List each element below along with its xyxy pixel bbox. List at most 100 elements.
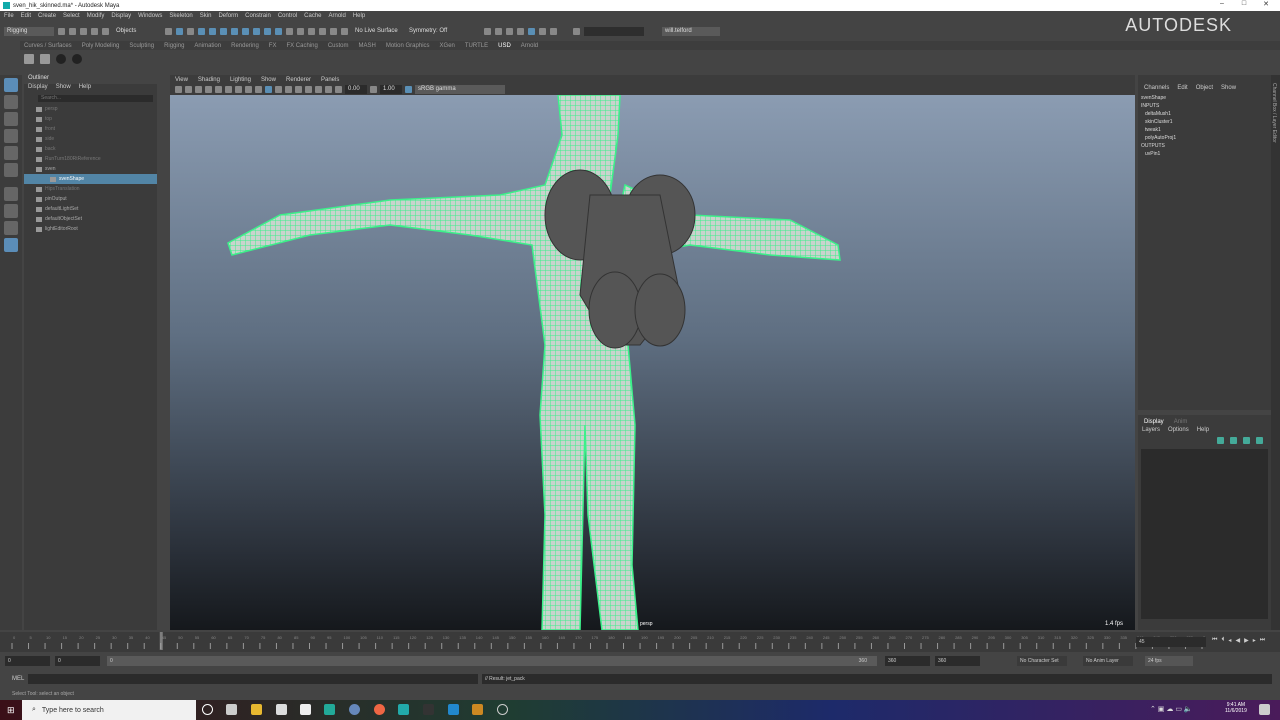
lock-icon[interactable] [286,27,293,35]
minimize-button[interactable]: – [1212,0,1232,7]
render-view-icon[interactable] [495,27,502,35]
outliner-item[interactable]: top [24,114,157,124]
end-time-field[interactable]: 360 [935,656,980,666]
outliner-layout-icon[interactable] [4,238,18,252]
undo-icon[interactable] [91,27,98,35]
resolution-gate-icon[interactable] [235,85,242,93]
channel-menu-show[interactable]: Show [1221,85,1236,95]
file-explorer-icon[interactable] [251,704,262,715]
tab-display[interactable]: Display [1144,419,1164,425]
rotate-tool-icon[interactable] [4,146,18,160]
menu-constrain[interactable]: Constrain [245,13,271,19]
menu-create[interactable]: Create [38,13,56,19]
chrome-icon[interactable] [349,704,360,715]
shelf-tab-arnold[interactable]: Arnold [521,43,538,49]
magnet-icon-3[interactable] [330,27,337,35]
cortana-icon[interactable] [202,704,213,715]
channel-menu-channels[interactable]: Channels [1144,85,1169,95]
outliner-item[interactable]: defaultLightSet [24,204,157,214]
tab-anim[interactable]: Anim [1174,419,1188,425]
viewport-menu-view[interactable]: View [175,77,188,83]
outliner-item[interactable]: HipsTranslation [24,184,157,194]
menu-modify[interactable]: Modify [87,13,105,19]
notifications-icon[interactable] [1259,704,1270,715]
input-node[interactable]: skinCluster1 [1138,119,1271,127]
magnet-icon-2[interactable] [319,27,326,35]
shelf-tab-animation[interactable]: Animation [194,43,221,49]
output-node[interactable]: uvPin1 [1138,151,1271,159]
selection-mode-dropdown[interactable]: Objects [113,26,161,36]
viewport-menu-renderer[interactable]: Renderer [286,77,311,83]
channel-menu-object[interactable]: Object [1196,85,1213,95]
obs-icon[interactable] [497,704,508,715]
color-space-dropdown[interactable]: sRGB gamma [415,84,505,94]
clock[interactable]: 9:41 AM 11/6/2019 [1225,702,1247,714]
new-layer-selected-icon[interactable] [1230,437,1237,444]
snap-view-icon[interactable] [242,27,249,35]
firefox-icon[interactable] [374,704,385,715]
shelf-tab-curves-surfaces[interactable]: Curves / Surfaces [24,43,72,49]
viewport-menu-panels[interactable]: Panels [321,77,339,83]
outliner-menu-show[interactable]: Show [56,84,71,93]
current-frame-field[interactable]: 45 [1136,637,1206,647]
channel-box-side-tab[interactable]: Channel Box / Layer Editor [1271,83,1277,143]
film-gate-icon[interactable] [225,85,232,93]
node-name[interactable]: svenShape [1138,95,1271,103]
menu-edit[interactable]: Edit [21,13,31,19]
gamma-field[interactable]: 1.00 [380,84,402,94]
new-layer-icon[interactable] [1217,437,1224,444]
snap-point-icon[interactable] [231,27,238,35]
character-model[interactable] [170,94,1135,631]
shadows-icon[interactable] [295,85,302,93]
object-mode-icon[interactable] [176,27,183,35]
magnet-icon[interactable] [308,27,315,35]
redo-icon[interactable] [102,27,109,35]
fps-dropdown[interactable]: 24 fps [1145,656,1193,666]
outliner-item[interactable]: sven [24,164,157,174]
outliner-search-input[interactable]: Search... [38,95,153,102]
go-to-end-icon[interactable]: ⏭ [1260,637,1265,644]
outliner-item[interactable]: lightEditorRoot [24,224,157,234]
shelf-tab-custom[interactable]: Custom [328,43,349,49]
usd-import-icon[interactable] [24,54,34,64]
hierarchy-icon[interactable] [165,27,172,35]
gamma-icon[interactable] [370,85,377,93]
viewport-menu-lighting[interactable]: Lighting [230,77,251,83]
anim-start-field[interactable]: 0 [55,656,100,666]
script-lang-toggle[interactable]: MEL [12,676,24,682]
menu-cache[interactable]: Cache [304,13,321,19]
current-time-indicator[interactable] [159,632,163,650]
shelf-tab-fx[interactable]: FX [269,43,277,49]
snap-pivot-icon[interactable] [264,27,271,35]
layers-menu[interactable]: Layers [1142,427,1160,437]
viewport-menu-show[interactable]: Show [261,77,276,83]
maximize-button[interactable]: □ [1234,0,1254,7]
snap-grid-icon[interactable] [209,27,216,35]
input-node[interactable]: polyAutoProj1 [1138,135,1271,143]
close-button[interactable]: ✕ [1256,0,1276,8]
user-account-dropdown[interactable]: will.telford [662,26,720,36]
task-view-icon[interactable] [226,704,237,715]
shelf-tab-motion-graphics[interactable]: Motion Graphics [386,43,430,49]
image-plane-icon[interactable] [205,85,212,93]
menu-skin[interactable]: Skin [200,13,212,19]
select-all-icon[interactable] [198,27,205,35]
viewport-3d-view[interactable]: persp 1.4 fps [170,94,1135,631]
play-back-icon[interactable]: ◀ [1235,637,1240,644]
smooth-shade-icon[interactable] [265,85,272,93]
exposure-field[interactable]: 0.00 [345,84,367,94]
anim-layer-dropdown[interactable]: No Anim Layer [1083,656,1133,666]
outliner-item[interactable]: RunTurn180RtReference [24,154,157,164]
shelf-tab-rigging[interactable]: Rigging [164,43,184,49]
menu-file[interactable]: File [4,13,14,19]
input-line-icon[interactable] [573,27,580,35]
autodesk-app-icon[interactable] [324,704,335,715]
outliner-item[interactable]: side [24,134,157,144]
snap-curve-icon[interactable] [220,27,227,35]
history-icon[interactable] [297,27,304,35]
outliner-item[interactable]: defaultObjectSet [24,214,157,224]
channel-menu-edit[interactable]: Edit [1177,85,1187,95]
shelf-tab-rendering[interactable]: Rendering [231,43,259,49]
grid-icon[interactable] [215,85,222,93]
isolate-icon[interactable] [325,85,332,93]
